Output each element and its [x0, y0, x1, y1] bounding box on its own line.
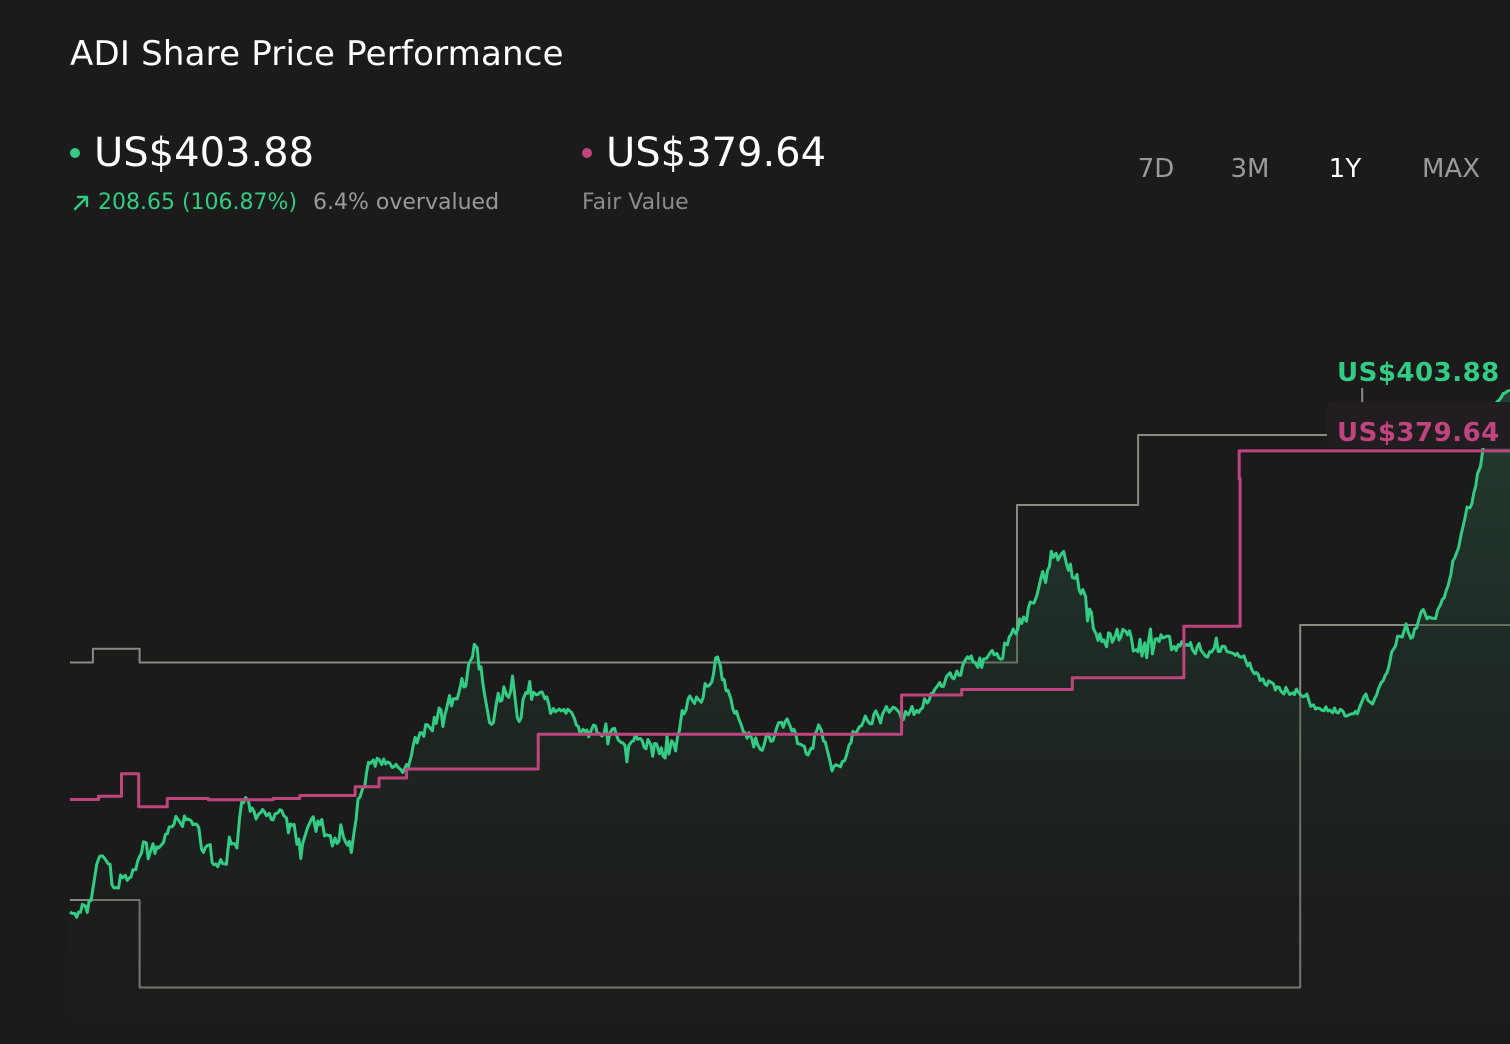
svg-text:US$403.88: US$403.88: [1337, 358, 1500, 388]
price-area-fill: [70, 390, 1510, 1044]
fair-value-end-label: US$379.64: [1327, 402, 1510, 448]
svg-text:US$379.64: US$379.64: [1337, 418, 1500, 448]
reference-step-line-upper: [70, 374, 1510, 664]
price-chart: US$403.88 US$379.64: [69, 342, 1510, 1044]
price-end-label: US$403.88: [1327, 342, 1510, 388]
